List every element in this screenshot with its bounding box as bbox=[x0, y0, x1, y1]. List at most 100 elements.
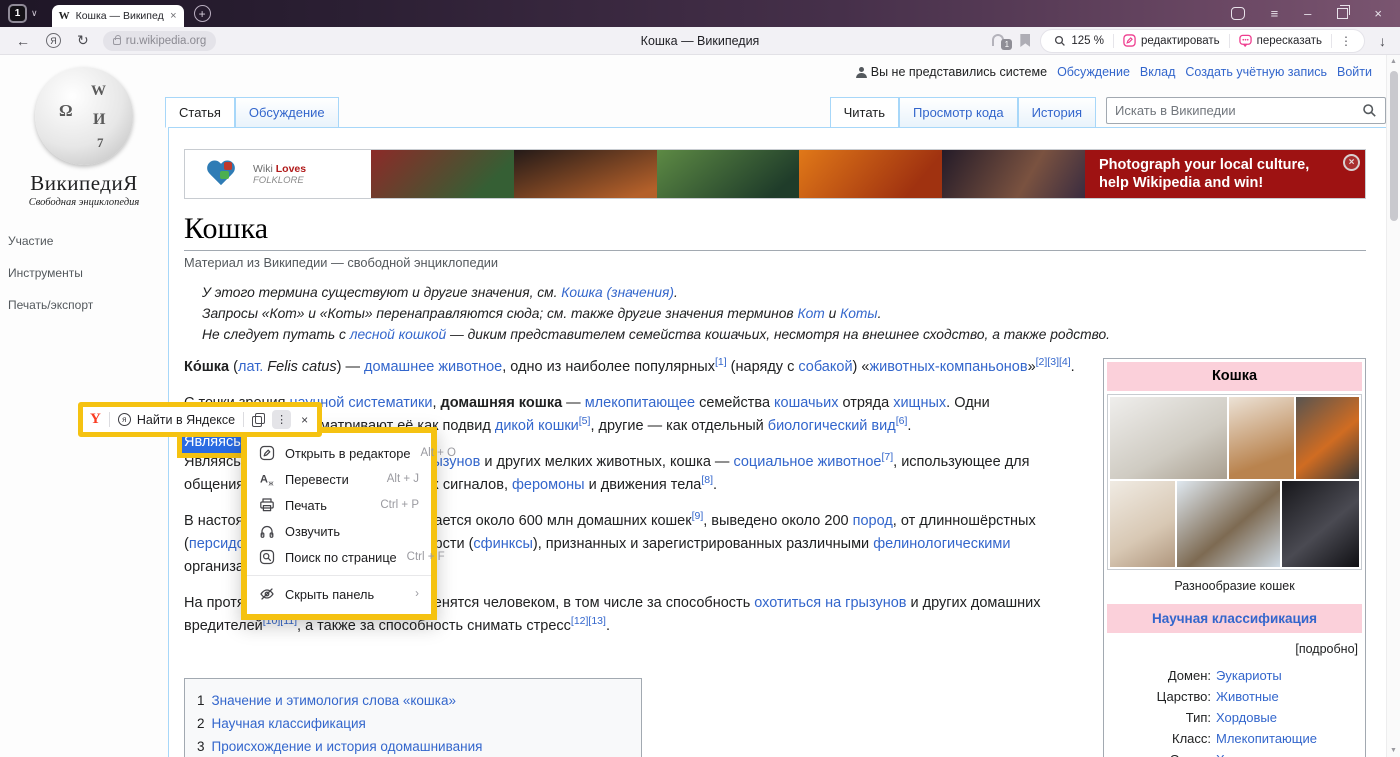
tab-close-icon[interactable]: × bbox=[170, 10, 176, 22]
page-actions-pill: 125 % редактировать пересказать ⋮ bbox=[1040, 29, 1365, 53]
cat-photo[interactable] bbox=[1229, 397, 1294, 479]
menu-item-open-in-editor[interactable]: Открыть в редакторе Alt + O bbox=[247, 440, 431, 466]
cat-photo[interactable] bbox=[1177, 481, 1280, 567]
bookmark-icon[interactable] bbox=[1020, 34, 1030, 47]
cat-photo[interactable] bbox=[1296, 397, 1359, 479]
cat-photo[interactable] bbox=[1110, 397, 1227, 479]
rank-value-link[interactable]: Хищные bbox=[1216, 749, 1362, 757]
classification-row: Класс: Млекопитающие bbox=[1107, 728, 1362, 749]
reload-icon[interactable]: ↻ bbox=[77, 32, 89, 49]
side-panel-icon[interactable] bbox=[1231, 7, 1245, 20]
banner-photo bbox=[799, 150, 942, 198]
banner-photo bbox=[514, 150, 657, 198]
banner-photo bbox=[371, 150, 514, 198]
popup-close-icon[interactable]: × bbox=[299, 413, 310, 427]
rank-value-link[interactable]: Млекопитающие bbox=[1216, 728, 1362, 749]
taxobox: Кошка Разнообразие кошек Научная классиф… bbox=[1103, 358, 1366, 757]
scroll-down-icon[interactable]: ▼ bbox=[1390, 747, 1397, 754]
toc-link[interactable]: Значение и этимология слова «кошка» bbox=[212, 689, 456, 712]
restore-window-icon[interactable] bbox=[1337, 8, 1348, 19]
menu-item-read-aloud[interactable]: Озвучить bbox=[247, 518, 431, 544]
yandex-selection-popup: Y я Найти в Яндексе ⋮ × bbox=[78, 402, 322, 437]
tab-group-button[interactable]: 1 ∨ bbox=[8, 4, 38, 23]
tab-view-source[interactable]: Просмотр кода bbox=[899, 97, 1018, 127]
details-link[interactable]: [подробно] bbox=[1107, 633, 1362, 663]
page-scrollbar[interactable]: ▲ ▼ bbox=[1386, 55, 1400, 757]
close-window-icon[interactable]: × bbox=[1374, 7, 1382, 20]
wiki-loves-folklore-banner[interactable]: Wiki Loves FOLKLORE Photograph your loca… bbox=[184, 149, 1366, 199]
personal-link-create-account[interactable]: Создать учётную запись bbox=[1185, 65, 1327, 79]
popup-more-icon[interactable]: ⋮ bbox=[272, 410, 291, 429]
copy-icon[interactable] bbox=[252, 413, 264, 426]
tagline: Материал из Википедии — свободной энцикл… bbox=[184, 255, 1366, 270]
wikipedia-slogan: Свободная энциклопедия bbox=[8, 197, 160, 208]
cat-photo[interactable] bbox=[1282, 481, 1359, 567]
downloads-icon[interactable]: ↓ bbox=[1379, 33, 1386, 49]
protect-icon[interactable]: 1 bbox=[992, 34, 1010, 48]
sidebar-group-print: Печать/экспорт bbox=[8, 298, 160, 312]
banner-photo bbox=[657, 150, 800, 198]
toc-link[interactable]: Происхождение и история одомашнивания bbox=[212, 735, 483, 757]
toc-link[interactable]: Научная классификация bbox=[212, 712, 366, 735]
puzzle-heart-icon bbox=[213, 161, 243, 188]
wikipedia-globe-logo[interactable]: Ω W И 7 bbox=[35, 67, 133, 165]
user-icon bbox=[856, 67, 867, 78]
edit-page-button[interactable]: редактировать bbox=[1114, 34, 1229, 47]
menu-item-translate[interactable]: Aж Перевести Alt + J bbox=[247, 466, 431, 492]
new-tab-button[interactable]: + bbox=[194, 5, 211, 22]
scroll-up-icon[interactable]: ▲ bbox=[1390, 58, 1397, 65]
wikipedia-wordmark[interactable]: ВикипедиЯ bbox=[8, 171, 160, 196]
banner-logo: Wiki Loves FOLKLORE bbox=[185, 150, 371, 198]
rank-label: Домен: bbox=[1107, 665, 1211, 686]
translate-icon: Aж bbox=[259, 471, 275, 487]
banner-close-icon[interactable]: × bbox=[1343, 154, 1360, 171]
globe-letter: И bbox=[93, 111, 105, 129]
search-input[interactable] bbox=[1115, 103, 1362, 118]
rank-value-link[interactable]: Хордовые bbox=[1216, 707, 1362, 728]
toc-entry[interactable]: 3 Происхождение и история одомашнивания bbox=[197, 735, 629, 757]
personal-link-contributions[interactable]: Вклад bbox=[1140, 65, 1176, 79]
magnifier-icon bbox=[1054, 35, 1066, 47]
hatnote: Запросы «Кот» и «Коты» перенаправляются … bbox=[202, 303, 1366, 324]
back-icon[interactable]: ← bbox=[16, 33, 30, 49]
globe-letter: W bbox=[91, 83, 106, 100]
toc-entry[interactable]: 2 Научная классификация bbox=[197, 712, 629, 735]
taxobox-title: Кошка bbox=[1107, 362, 1362, 391]
menu-item-print[interactable]: Печать Ctrl + P bbox=[247, 492, 431, 518]
lock-icon bbox=[113, 38, 121, 45]
search-icon[interactable] bbox=[1362, 103, 1377, 118]
personal-bar: Вы не представились системе Обсуждение В… bbox=[856, 65, 1372, 79]
classification-row: Домен: Эукариоты bbox=[1107, 665, 1362, 686]
edit-label: редактировать bbox=[1141, 35, 1220, 47]
yandex-home-icon[interactable]: Я bbox=[46, 33, 61, 48]
tab-read[interactable]: Читать bbox=[830, 97, 899, 128]
find-in-yandex-button[interactable]: я Найти в Яндексе bbox=[118, 413, 235, 427]
tab-discussion[interactable]: Обсуждение bbox=[235, 97, 339, 127]
zoom-control[interactable]: 125 % bbox=[1045, 35, 1113, 47]
retell-button[interactable]: пересказать bbox=[1230, 34, 1331, 47]
svg-text:ж: ж bbox=[269, 479, 274, 488]
editor-icon bbox=[259, 445, 275, 461]
toc-entry[interactable]: 1 Значение и этимология слова «кошка» bbox=[197, 689, 629, 712]
address-bar[interactable]: ru.wikipedia.org bbox=[103, 31, 217, 51]
more-actions-icon[interactable]: ⋮ bbox=[1332, 34, 1360, 48]
personal-link-login[interactable]: Войти bbox=[1337, 65, 1372, 79]
rank-label: Отряд: bbox=[1107, 749, 1211, 757]
wiki-search-box bbox=[1106, 97, 1386, 124]
browser-tab[interactable]: W Кошка — Википедия × bbox=[52, 5, 184, 27]
rank-value-link[interactable]: Эукариоты bbox=[1216, 665, 1362, 686]
tab-article[interactable]: Статья bbox=[165, 97, 235, 128]
browser-menu-icon[interactable]: ≡ bbox=[1271, 7, 1279, 20]
banner-photo bbox=[942, 150, 1085, 198]
sidebar-heading: Инструменты bbox=[8, 266, 160, 280]
personal-link-discussion[interactable]: Обсуждение bbox=[1057, 65, 1130, 79]
tab-history[interactable]: История bbox=[1018, 97, 1096, 127]
rank-value-link[interactable]: Животные bbox=[1216, 686, 1362, 707]
classification-header[interactable]: Научная классификация bbox=[1107, 604, 1362, 633]
menu-item-hide-panel[interactable]: Скрыть панель › bbox=[247, 581, 431, 607]
scrollbar-thumb[interactable] bbox=[1390, 71, 1398, 221]
menu-divider bbox=[247, 575, 431, 576]
menu-item-find-on-page[interactable]: Поиск по странице Ctrl + F bbox=[247, 544, 431, 570]
minimize-icon[interactable]: – bbox=[1304, 7, 1311, 20]
cat-photo[interactable] bbox=[1110, 481, 1175, 567]
